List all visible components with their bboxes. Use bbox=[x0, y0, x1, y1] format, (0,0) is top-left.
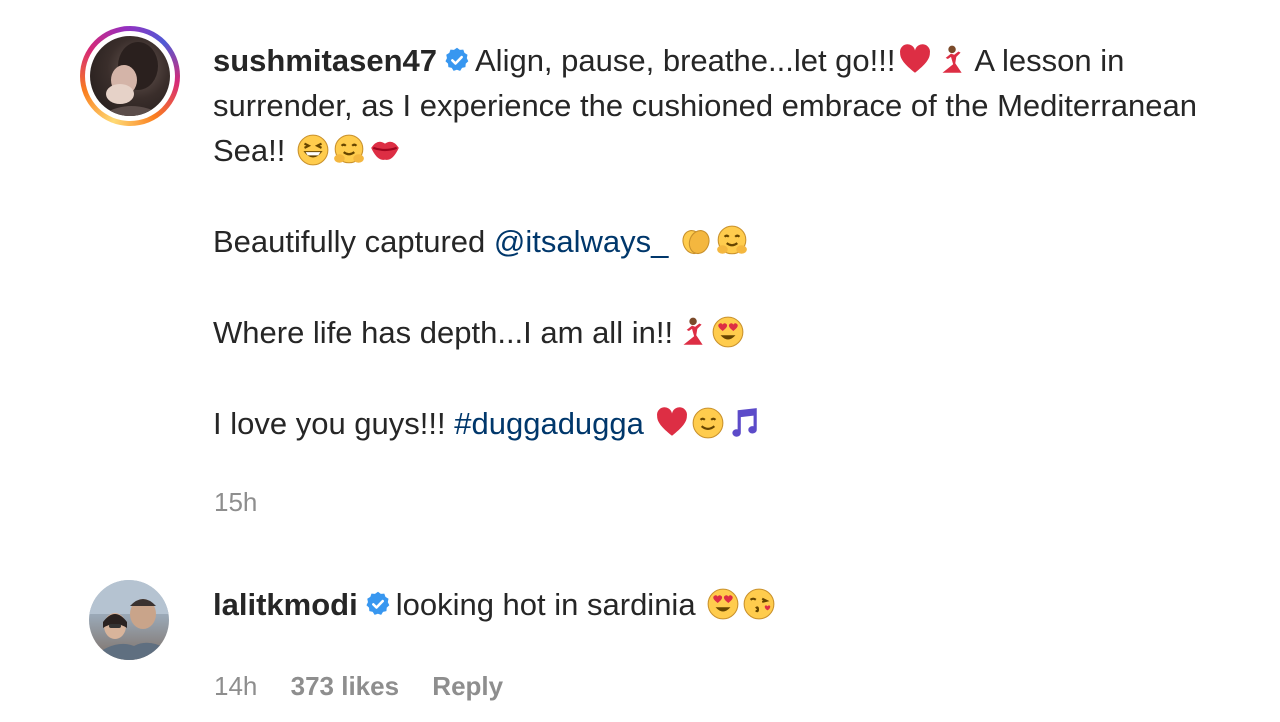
reply-button[interactable]: Reply bbox=[432, 671, 503, 701]
hugging-face-icon bbox=[334, 134, 364, 164]
author-photo-icon bbox=[100, 42, 165, 116]
comment-text: looking hot in sardinia bbox=[395, 587, 696, 622]
musical-notes-icon bbox=[731, 408, 757, 437]
dancer-icon bbox=[942, 45, 962, 73]
commenter-photo-icon bbox=[89, 580, 169, 660]
instagram-post: sushmitasen47 Align, pause, breathe...let… bbox=[0, 0, 1280, 722]
caption-paragraph-4: I love you guys!!! #duggadugga bbox=[213, 401, 1223, 446]
clapping-hands-icon bbox=[682, 230, 710, 255]
red-heart-icon-2 bbox=[656, 407, 687, 436]
post-timestamp[interactable]: 15h bbox=[214, 487, 257, 517]
caption-love-text: I love you guys!!! bbox=[213, 406, 446, 441]
caption-line-1: Align, pause, breathe...let go!!! bbox=[475, 43, 896, 78]
comment-likes[interactable]: 373 likes bbox=[291, 671, 399, 701]
commenter-username[interactable]: lalitkmodi bbox=[213, 587, 358, 622]
author-avatar-photo bbox=[90, 36, 170, 116]
smiling-face-icon bbox=[692, 407, 723, 439]
mention-link[interactable]: @itsalways_ bbox=[494, 224, 668, 259]
caption-paragraph-3: Where life has depth...I am all in!! bbox=[213, 310, 1223, 355]
face-blowing-kiss-icon bbox=[743, 588, 775, 620]
commenter-avatar[interactable] bbox=[89, 580, 169, 660]
post-meta: 15h bbox=[214, 487, 283, 518]
caption-credit-text: Beautifully captured bbox=[213, 224, 486, 259]
caption-depth-text: Where life has depth...I am all in!! bbox=[213, 315, 674, 350]
caption-paragraph-2: Beautifully captured @itsalways_ bbox=[213, 219, 1223, 264]
author-username[interactable]: sushmitasen47 bbox=[213, 43, 437, 78]
heart-eyes-face-icon bbox=[712, 316, 744, 348]
dancer-icon-2 bbox=[683, 317, 703, 345]
heart-eyes-face-icon-2 bbox=[707, 588, 739, 620]
hashtag-link[interactable]: #duggadugga bbox=[454, 406, 644, 441]
red-heart-icon bbox=[899, 44, 930, 73]
hugging-face-icon-2 bbox=[717, 225, 747, 255]
comment-meta: 14h 373 likes Reply bbox=[214, 671, 529, 702]
verified-badge-icon bbox=[445, 47, 469, 71]
kiss-mark-icon bbox=[371, 141, 399, 160]
grinning-squinting-face-icon bbox=[297, 134, 329, 166]
verified-badge-icon-2 bbox=[366, 591, 390, 615]
comment-body: lalitkmodi looking hot in sardinia bbox=[213, 582, 776, 627]
comment-timestamp[interactable]: 14h bbox=[214, 671, 257, 701]
author-avatar[interactable] bbox=[80, 26, 180, 126]
post-caption: sushmitasen47 Align, pause, breathe...let… bbox=[213, 38, 1223, 446]
